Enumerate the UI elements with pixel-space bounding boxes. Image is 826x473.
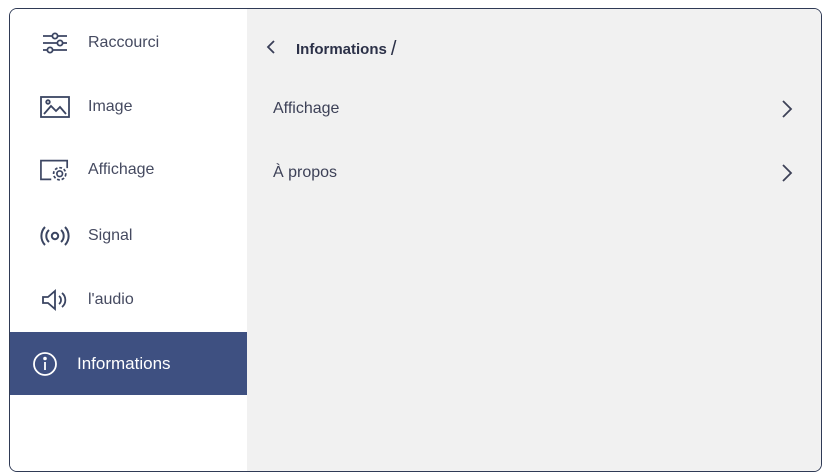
menu-item-label: À propos xyxy=(273,164,338,181)
sidebar-item-label: Informations xyxy=(77,353,171,373)
sliders-icon xyxy=(40,30,70,56)
image-icon xyxy=(40,94,70,120)
menu-item-affichage[interactable]: Affichage xyxy=(273,89,795,129)
menu-item-label: Affichage xyxy=(273,100,340,117)
chevron-right-icon xyxy=(779,99,795,119)
signal-icon xyxy=(40,223,70,249)
sidebar-item-audio[interactable]: l'audio xyxy=(10,268,247,331)
content-panel: Informations / Affichage À propos xyxy=(247,9,821,471)
sidebar-item-image[interactable]: Image xyxy=(10,75,247,138)
sidebar-item-label: l'audio xyxy=(88,290,134,308)
sidebar: Raccourci Image Affichage Signal l'audio… xyxy=(10,9,247,471)
breadcrumb-separator: / xyxy=(390,38,397,60)
page-title: Informations xyxy=(296,40,387,58)
info-icon xyxy=(30,351,60,377)
chevron-right-icon xyxy=(779,163,795,183)
sidebar-item-affichage[interactable]: Affichage xyxy=(10,138,247,201)
sidebar-item-signal[interactable]: Signal xyxy=(10,204,247,267)
sidebar-item-label: Signal xyxy=(88,226,133,244)
sidebar-item-label: Affichage xyxy=(88,160,155,178)
sidebar-item-raccourci[interactable]: Raccourci xyxy=(10,11,247,74)
settings-window: Raccourci Image Affichage Signal l'audio… xyxy=(9,8,822,472)
sidebar-item-label: Raccourci xyxy=(88,33,160,51)
menu-item-a-propos[interactable]: À propos xyxy=(273,153,795,193)
breadcrumb: Informations / xyxy=(266,37,396,61)
sidebar-item-label: Image xyxy=(88,97,133,115)
display-settings-icon xyxy=(40,157,70,183)
sidebar-item-informations[interactable]: Informations xyxy=(10,332,247,395)
back-button[interactable] xyxy=(266,37,286,61)
speaker-icon xyxy=(40,287,70,313)
chevron-left-icon xyxy=(266,39,276,59)
